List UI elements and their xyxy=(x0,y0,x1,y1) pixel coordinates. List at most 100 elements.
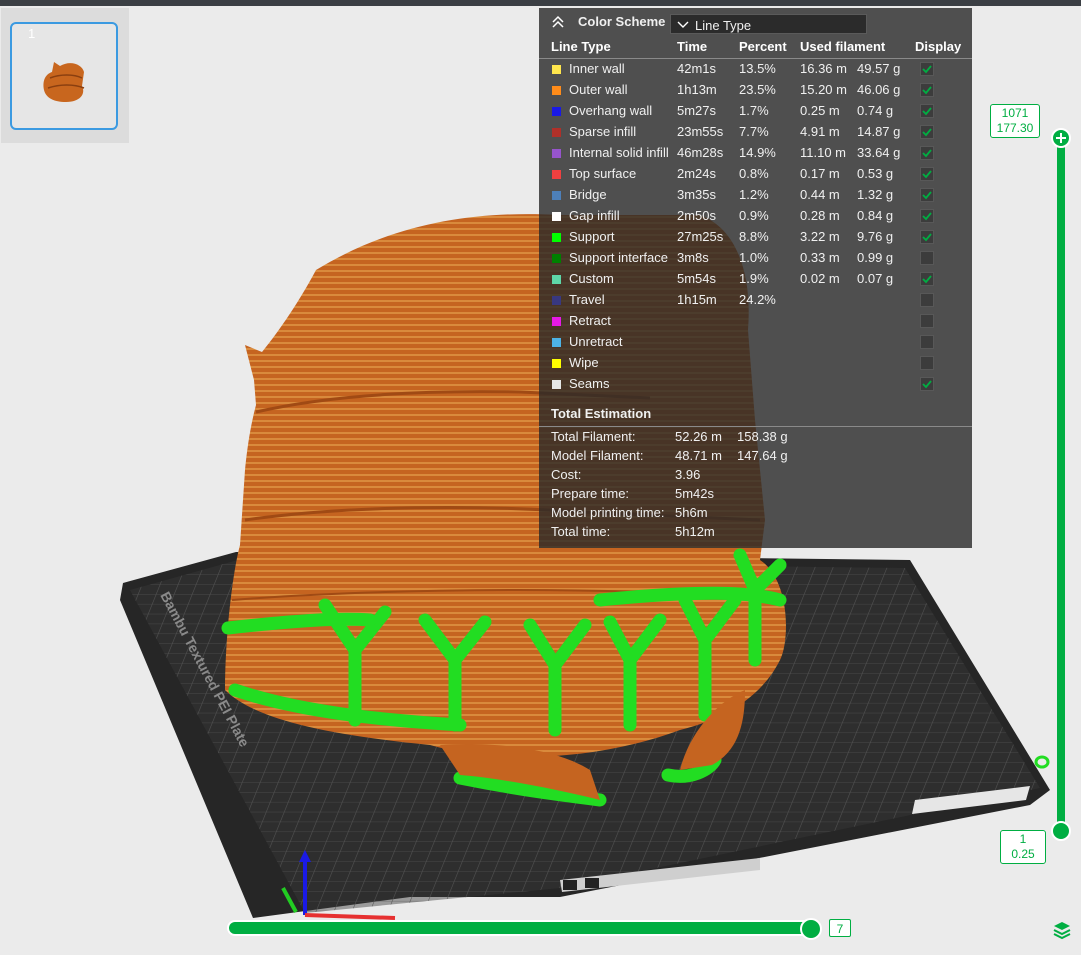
percent-value: 23.5% xyxy=(739,82,776,97)
color-swatch xyxy=(552,86,561,95)
time-value: 27m25s xyxy=(677,229,724,244)
total-value: 5h6m xyxy=(675,505,708,520)
legend-row: Unretract xyxy=(539,332,972,353)
filament-grams: 1.32 g xyxy=(857,187,894,202)
top-layer-handle[interactable] xyxy=(1051,128,1071,148)
display-checkbox[interactable] xyxy=(920,272,934,286)
line-type-name: Internal solid infill xyxy=(569,145,669,160)
display-checkbox[interactable] xyxy=(920,62,934,76)
display-checkbox[interactable] xyxy=(920,293,934,307)
total-value: 5m42s xyxy=(675,486,715,501)
display-checkbox[interactable] xyxy=(920,83,934,97)
legend-row: Outer wall 1h13m 23.5% 15.20 m 46.06 g xyxy=(539,80,972,101)
filament-meters: 4.91 m xyxy=(800,124,840,139)
time-value: 5m27s xyxy=(677,103,717,118)
filament-grams: 14.87 g xyxy=(857,124,901,139)
legend-row: Support 27m25s 8.8% 3.22 m 9.76 g xyxy=(539,227,972,248)
display-checkbox[interactable] xyxy=(920,335,934,349)
percent-value: 0.8% xyxy=(739,166,769,181)
percent-value: 0.9% xyxy=(739,208,769,223)
plus-icon xyxy=(1056,133,1066,143)
time-value: 23m55s xyxy=(677,124,724,139)
display-checkbox[interactable] xyxy=(920,167,934,181)
color-swatch xyxy=(552,296,561,305)
bottom-layer-handle[interactable] xyxy=(1051,821,1071,841)
percent-value: 1.2% xyxy=(739,187,769,202)
display-checkbox[interactable] xyxy=(920,314,934,328)
time-value: 42m1s xyxy=(677,61,717,76)
legend-row: Seams xyxy=(539,374,972,395)
line-type-name: Travel xyxy=(569,292,605,307)
color-swatch xyxy=(552,212,561,221)
total-row: Cost: 3.96 xyxy=(539,467,972,486)
display-checkbox[interactable] xyxy=(920,125,934,139)
line-type-name: Custom xyxy=(569,271,614,286)
display-checkbox[interactable] xyxy=(920,377,934,391)
display-checkbox[interactable] xyxy=(920,230,934,244)
filament-meters: 0.17 m xyxy=(800,166,840,181)
percent-value: 13.5% xyxy=(739,61,776,76)
line-type-name: Wipe xyxy=(569,355,599,370)
filament-grams: 46.06 g xyxy=(857,82,901,97)
display-checkbox[interactable] xyxy=(920,104,934,118)
line-type-name: Support interface xyxy=(569,250,669,265)
legend-header: Color Scheme Line Type xyxy=(539,8,972,36)
color-swatch xyxy=(552,170,561,179)
display-checkbox[interactable] xyxy=(920,146,934,160)
line-type-name: Unretract xyxy=(569,334,623,349)
filament-meters: 11.10 m xyxy=(800,145,847,160)
time-value: 3m35s xyxy=(677,187,717,202)
time-value: 1h13m xyxy=(677,82,717,97)
time-value: 2m50s xyxy=(677,208,717,223)
move-slider-handle[interactable] xyxy=(800,918,822,940)
legend-row: Gap infill 2m50s 0.9% 0.28 m 0.84 g xyxy=(539,206,972,227)
total-row: Model printing time: 5h6m xyxy=(539,505,972,524)
color-swatch xyxy=(552,233,561,242)
filament-grams: 0.53 g xyxy=(857,166,894,181)
legend-row: Wipe xyxy=(539,353,972,374)
color-scheme-legend: Color Scheme Line Type Line Type Time Pe… xyxy=(539,8,972,548)
legend-row: Support interface 3m8s 1.0% 0.33 m 0.99 g xyxy=(539,248,972,269)
color-swatch xyxy=(552,338,561,347)
total-row: Total time: 5h12m xyxy=(539,524,972,543)
time-value: 46m28s xyxy=(677,145,724,160)
display-checkbox[interactable] xyxy=(920,188,934,202)
line-type-name: Gap infill xyxy=(569,208,620,223)
display-checkbox[interactable] xyxy=(920,209,934,223)
move-slider[interactable] xyxy=(229,922,811,934)
percent-value: 7.7% xyxy=(739,124,769,139)
percent-value: 1.0% xyxy=(739,250,769,265)
time-value: 3m8s xyxy=(677,250,709,265)
filament-grams: 9.76 g xyxy=(857,229,894,244)
line-type-name: Overhang wall xyxy=(569,103,653,118)
top-layer-height: 177.30 xyxy=(996,121,1034,135)
color-scheme-dropdown[interactable]: Line Type xyxy=(670,14,867,34)
total-value: 48.71 m xyxy=(675,448,722,463)
plate-thumbnail[interactable]: 1 xyxy=(10,22,118,130)
line-type-name: Retract xyxy=(569,313,611,328)
filament-grams: 0.07 g xyxy=(857,271,894,286)
move-slider-value: 7 xyxy=(829,919,851,937)
total-label: Prepare time: xyxy=(551,486,630,501)
color-swatch xyxy=(552,275,561,284)
total-label: Cost: xyxy=(551,467,582,482)
color-swatch xyxy=(552,359,561,368)
chevron-up-double-icon[interactable] xyxy=(551,15,565,29)
color-swatch xyxy=(552,107,561,116)
total-estimation-title: Total Estimation xyxy=(551,406,652,421)
total-row: Total Filament: 52.26 m 158.38 g xyxy=(539,429,972,448)
color-swatch xyxy=(552,65,561,74)
display-checkbox[interactable] xyxy=(920,356,934,370)
display-checkbox[interactable] xyxy=(920,251,934,265)
filament-grams: 0.84 g xyxy=(857,208,894,223)
layer-range-slider[interactable] xyxy=(1057,138,1065,832)
color-swatch xyxy=(552,254,561,263)
percent-value: 1.9% xyxy=(739,271,769,286)
filament-grams: 0.99 g xyxy=(857,250,894,265)
filament-meters: 0.28 m xyxy=(800,208,840,223)
total-row: Prepare time: 5m42s xyxy=(539,486,972,505)
layers-icon[interactable] xyxy=(1052,920,1072,940)
color-swatch xyxy=(552,191,561,200)
percent-value: 8.8% xyxy=(739,229,769,244)
legend-row: Travel 1h15m 24.2% xyxy=(539,290,972,311)
